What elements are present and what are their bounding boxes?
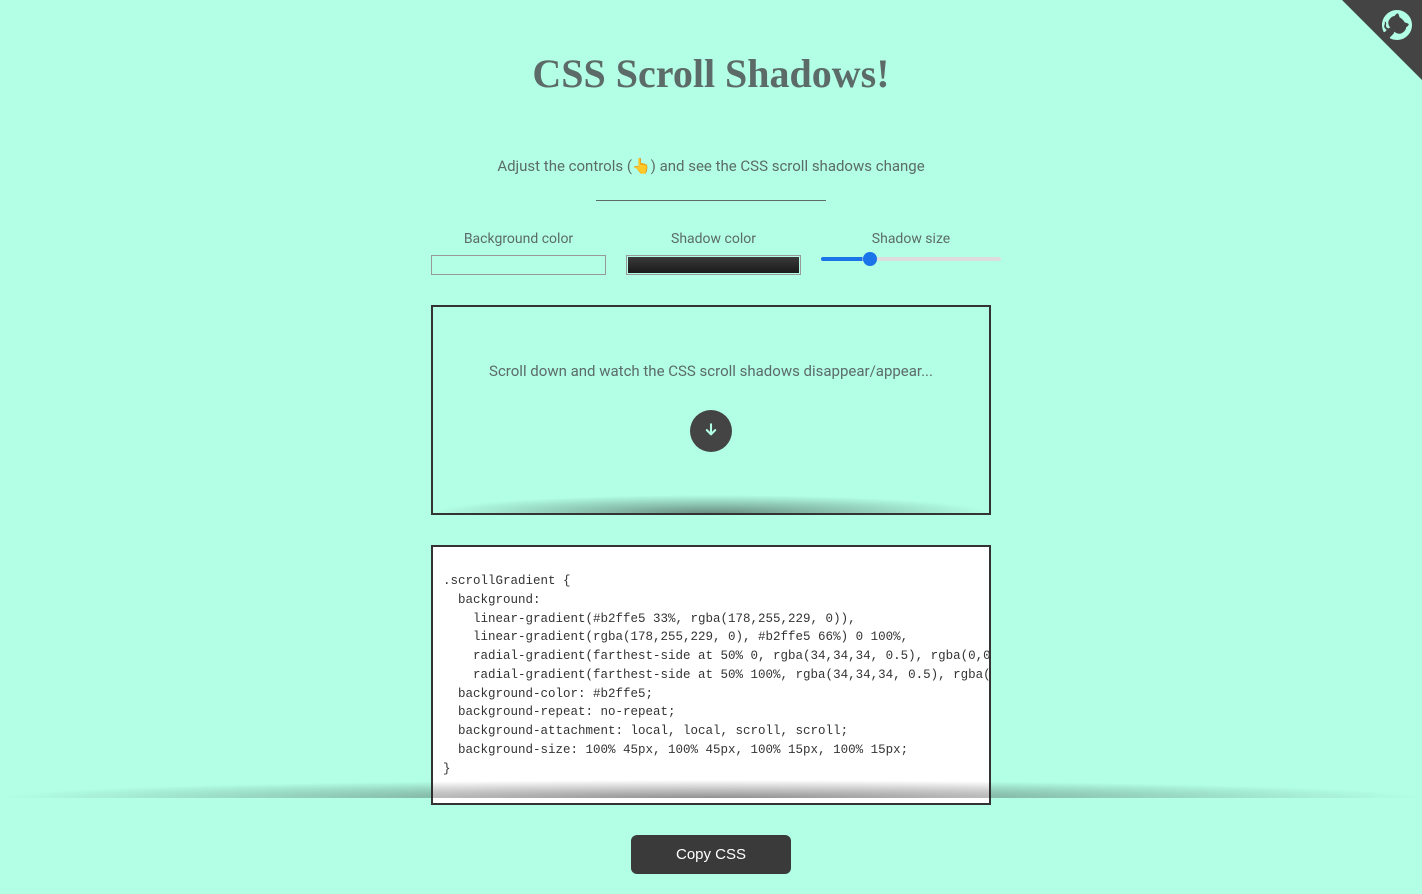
shadow-color-swatch bbox=[628, 257, 799, 273]
bg-color-group: Background color bbox=[431, 231, 606, 275]
demo-scroll-box[interactable]: Scroll down and watch the CSS scroll sha… bbox=[431, 305, 991, 515]
shadow-color-input[interactable] bbox=[626, 255, 801, 275]
shadow-size-slider[interactable] bbox=[821, 257, 1001, 261]
arrow-down-circle bbox=[690, 410, 732, 452]
demo-bottom-shadow bbox=[433, 495, 989, 513]
github-corner-triangle bbox=[1342, 0, 1422, 80]
shadow-size-group: Shadow size bbox=[821, 231, 1001, 275]
page-title: CSS Scroll Shadows! bbox=[431, 50, 991, 97]
demo-text: Scroll down and watch the CSS scroll sha… bbox=[489, 362, 933, 380]
css-output-code[interactable]: .scrollGradient { background: linear-gra… bbox=[431, 545, 991, 805]
bg-color-label: Background color bbox=[464, 231, 573, 247]
subtitle: Adjust the controls (👆) and see the CSS … bbox=[431, 157, 991, 175]
copy-css-button[interactable]: Copy CSS bbox=[631, 835, 791, 874]
main-container: CSS Scroll Shadows! Adjust the controls … bbox=[411, 0, 1011, 894]
arrow-down-icon bbox=[701, 421, 721, 441]
shadow-color-group: Shadow color bbox=[626, 231, 801, 275]
bg-color-swatch bbox=[433, 257, 604, 273]
controls-row: Background color Shadow color Shadow siz… bbox=[431, 231, 991, 275]
divider bbox=[596, 200, 826, 201]
bg-color-input[interactable] bbox=[431, 255, 606, 275]
github-corner-link[interactable] bbox=[1342, 0, 1422, 80]
shadow-size-label: Shadow size bbox=[872, 231, 950, 247]
shadow-color-label: Shadow color bbox=[671, 231, 756, 247]
